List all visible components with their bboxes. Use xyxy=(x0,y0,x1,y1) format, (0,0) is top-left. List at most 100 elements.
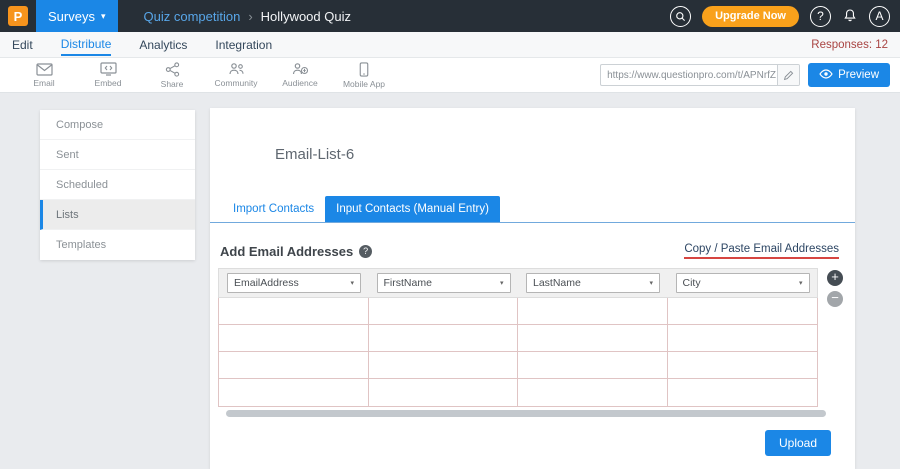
toolbar-item-email[interactable]: Email xyxy=(12,58,76,93)
copy-paste-email-addresses-link[interactable]: Copy / Paste Email Addresses xyxy=(684,243,839,259)
contacts-grid: EmailAddress ▾ FirstName ▾ LastName xyxy=(218,268,818,417)
tab-analytics[interactable]: Analytics xyxy=(139,34,187,55)
column-select-value: LastName xyxy=(533,277,581,289)
edit-url-pencil-icon[interactable] xyxy=(777,65,799,85)
firstname-cell-input[interactable] xyxy=(369,379,519,406)
toolbar-item-embed[interactable]: Embed xyxy=(76,58,140,93)
top-bar: P Surveys ▾ Quiz competition › Hollywood… xyxy=(0,0,900,32)
remove-row-button[interactable]: − xyxy=(827,291,843,307)
questionpro-logo[interactable]: P xyxy=(8,6,28,26)
community-icon xyxy=(228,62,245,76)
add-row-button[interactable]: + xyxy=(827,270,843,286)
sidebar-item-templates[interactable]: Templates xyxy=(40,230,195,260)
lastname-cell-input[interactable] xyxy=(518,379,668,406)
contacts-grid-header: EmailAddress ▾ FirstName ▾ LastName xyxy=(218,268,818,298)
toolbar-item-share[interactable]: Share xyxy=(140,58,204,93)
preview-button[interactable]: Preview xyxy=(808,63,890,87)
row-controls: + − xyxy=(827,270,843,307)
surveys-menu-button[interactable]: Surveys ▾ xyxy=(36,0,118,32)
table-row xyxy=(219,298,817,325)
contacts-grid-wrap: EmailAddress ▾ FirstName ▾ LastName xyxy=(218,268,855,417)
help-icon[interactable]: ? xyxy=(810,6,831,27)
notifications-bell-icon[interactable] xyxy=(842,8,858,24)
avatar[interactable]: A xyxy=(869,6,890,27)
chevron-down-icon: ▾ xyxy=(649,279,653,287)
survey-url-text: https://www.questionpro.com/t/APNrfZ xyxy=(601,70,777,81)
upload-button[interactable]: Upload xyxy=(765,430,831,456)
column-header: LastName ▾ xyxy=(518,273,668,293)
eye-icon xyxy=(819,69,833,82)
topbar-actions: Upgrade Now ? A xyxy=(670,6,890,27)
tab-import-contacts[interactable]: Import Contacts xyxy=(222,196,325,222)
toolbar-item-community[interactable]: Community xyxy=(204,58,268,93)
toolbar-item-label: Share xyxy=(161,79,184,89)
surveys-label: Surveys xyxy=(48,9,95,24)
city-cell-input[interactable] xyxy=(668,352,818,378)
city-cell-input[interactable] xyxy=(668,325,818,351)
email-list-title: Email-List-6 xyxy=(275,146,855,163)
email-cell-input[interactable] xyxy=(219,325,369,351)
toolbar-item-label: Mobile App xyxy=(343,79,385,89)
lastname-cell-input[interactable] xyxy=(518,298,668,324)
sidebar-item-scheduled[interactable]: Scheduled xyxy=(40,170,195,200)
chevron-down-icon: ▾ xyxy=(799,279,803,287)
tab-integration[interactable]: Integration xyxy=(215,34,272,55)
column-select-value: EmailAddress xyxy=(234,277,299,289)
app-window: P Surveys ▾ Quiz competition › Hollywood… xyxy=(0,0,900,469)
chevron-down-icon: ▾ xyxy=(350,279,354,287)
responses-count[interactable]: Responses: 12 xyxy=(811,39,888,51)
toolbar-item-label: Audience xyxy=(282,78,317,88)
survey-url-field[interactable]: https://www.questionpro.com/t/APNrfZ xyxy=(600,64,800,86)
horizontal-scrollbar[interactable] xyxy=(226,410,826,417)
city-cell-input[interactable] xyxy=(668,298,818,324)
column-select-value: City xyxy=(683,277,701,289)
email-cell-input[interactable] xyxy=(219,298,369,324)
contacts-grid-body xyxy=(218,298,818,407)
add-email-addresses-heading: Add Email Addresses ? xyxy=(220,244,372,259)
lastname-cell-input[interactable] xyxy=(518,352,668,378)
sidebar-item-compose[interactable]: Compose xyxy=(40,110,195,140)
column-select-lastname[interactable]: LastName ▾ xyxy=(526,273,660,293)
embed-icon xyxy=(100,62,117,76)
table-row xyxy=(219,379,817,406)
sidebar-item-lists[interactable]: Lists xyxy=(40,200,195,230)
add-emails-header-row: Add Email Addresses ? Copy / Paste Email… xyxy=(220,243,839,259)
column-select-firstname[interactable]: FirstName ▾ xyxy=(377,273,511,293)
help-icon[interactable]: ? xyxy=(359,245,372,258)
email-sidebar: Compose Sent Scheduled Lists Templates xyxy=(40,110,195,260)
email-cell-input[interactable] xyxy=(219,352,369,378)
toolbar-item-audience[interactable]: Audience xyxy=(268,58,332,93)
breadcrumb-page-name: Hollywood Quiz xyxy=(261,9,351,24)
survey-link-group: https://www.questionpro.com/t/APNrfZ Pre… xyxy=(600,63,890,87)
tab-edit[interactable]: Edit xyxy=(12,34,33,55)
tab-distribute[interactable]: Distribute xyxy=(61,33,112,56)
survey-nav-bar: Edit Distribute Analytics Integration Re… xyxy=(0,32,900,58)
column-header: EmailAddress ▾ xyxy=(219,273,369,293)
sidebar-item-sent[interactable]: Sent xyxy=(40,140,195,170)
toolbar-item-label: Embed xyxy=(95,78,122,88)
upgrade-now-button[interactable]: Upgrade Now xyxy=(702,6,799,27)
preview-label: Preview xyxy=(838,69,879,81)
audience-icon xyxy=(292,62,309,76)
breadcrumb: Quiz competition › Hollywood Quiz xyxy=(144,9,352,24)
toolbar-item-mobile-app[interactable]: Mobile App xyxy=(332,58,396,93)
distribute-toolbar: Email Embed Share Community Audience xyxy=(0,58,900,93)
column-select-emailaddress[interactable]: EmailAddress ▾ xyxy=(227,273,361,293)
city-cell-input[interactable] xyxy=(668,379,818,406)
tab-input-contacts-manual[interactable]: Input Contacts (Manual Entry) xyxy=(325,196,500,222)
firstname-cell-input[interactable] xyxy=(369,352,519,378)
lastname-cell-input[interactable] xyxy=(518,325,668,351)
toolbar-item-label: Community xyxy=(215,78,258,88)
email-cell-input[interactable] xyxy=(219,379,369,406)
chevron-down-icon: ▾ xyxy=(500,279,504,287)
column-select-city[interactable]: City ▾ xyxy=(676,273,810,293)
firstname-cell-input[interactable] xyxy=(369,325,519,351)
breadcrumb-survey-name[interactable]: Quiz competition xyxy=(144,9,241,24)
column-header: City ▾ xyxy=(668,273,818,293)
contacts-tabs: Import Contacts Input Contacts (Manual E… xyxy=(210,196,855,223)
search-icon[interactable] xyxy=(670,6,691,27)
firstname-cell-input[interactable] xyxy=(369,298,519,324)
breadcrumb-separator-icon: › xyxy=(248,9,252,24)
email-list-panel: Email-List-6 Import Contacts Input Conta… xyxy=(210,108,855,469)
add-email-addresses-label: Add Email Addresses xyxy=(220,244,353,259)
